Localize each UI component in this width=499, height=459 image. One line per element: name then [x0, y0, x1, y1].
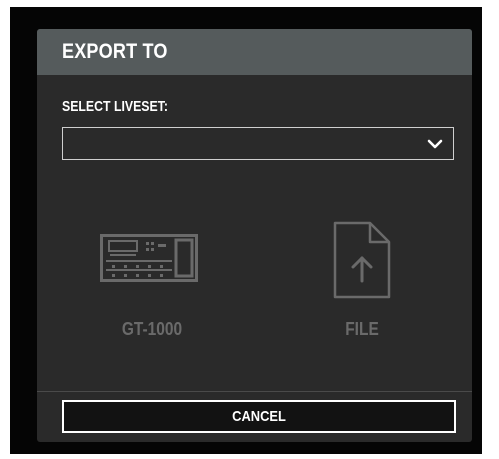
- dialog-header: EXPORT TO: [37, 29, 472, 75]
- export-dialog: EXPORT TO SELECT LIVESET: GT-1000 FILE C…: [37, 29, 472, 442]
- export-target-gt1000-label: GT-1000: [121, 319, 183, 339]
- chevron-down-icon: [427, 139, 443, 149]
- select-liveset-label: SELECT LIVESET:: [62, 98, 168, 115]
- export-target-file[interactable]: FILE: [317, 219, 407, 349]
- export-target-file-label: FILE: [345, 319, 379, 339]
- dialog-title: EXPORT TO: [62, 40, 168, 63]
- cancel-button[interactable]: CANCEL: [62, 400, 456, 433]
- file-upload-icon: [333, 221, 391, 299]
- gt1000-device-icon: [100, 234, 198, 282]
- liveset-select[interactable]: [62, 127, 454, 160]
- footer-divider: [37, 391, 472, 392]
- export-target-gt1000[interactable]: GT-1000: [97, 229, 207, 349]
- cancel-button-label: CANCEL: [232, 408, 286, 425]
